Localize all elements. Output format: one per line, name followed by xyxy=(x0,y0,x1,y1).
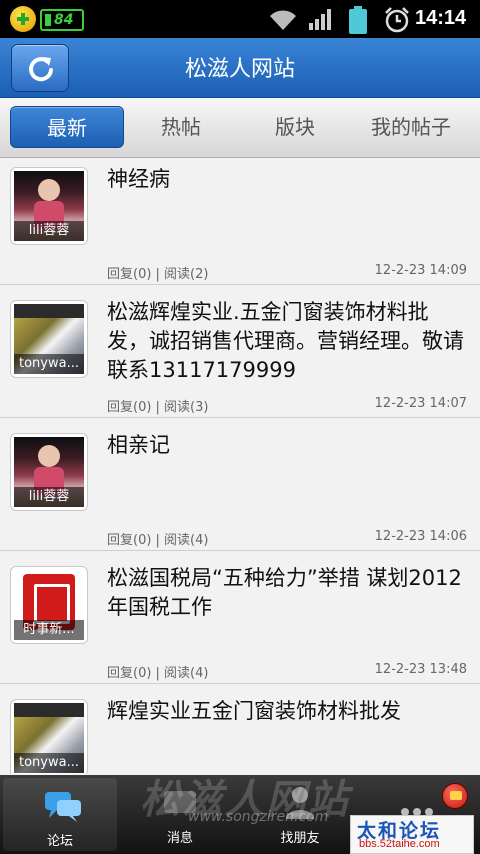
post-title: 神经病 xyxy=(107,167,170,191)
post-author: lili蓉蓉 xyxy=(14,487,84,507)
post-title: 相亲记 xyxy=(107,433,170,457)
post-time: 12-2-23 13:48 xyxy=(374,662,467,677)
post-author: tonywa... xyxy=(14,753,84,773)
clock: 14:14 xyxy=(415,7,467,29)
tab-bar: 最新 热帖 版块 我的帖子 xyxy=(0,98,480,158)
list-item[interactable]: 时事新... 松滋国税局“五种给力”举措 谋划2012年国税工作 回复(0) |… xyxy=(0,558,480,684)
post-time: 12-2-23 14:06 xyxy=(374,529,467,544)
list-item[interactable]: tonywa... 辉煌实业五金门窗装饰材料批发 xyxy=(0,691,480,774)
post-time: 12-2-23 14:07 xyxy=(374,396,467,411)
avatar[interactable]: 时事新... xyxy=(10,566,88,644)
post-author: lili蓉蓉 xyxy=(14,221,84,241)
nav-messages[interactable]: 消息 xyxy=(120,775,240,854)
battery-saver-icon: 84 xyxy=(40,9,84,31)
more-menu-icon[interactable] xyxy=(401,801,441,816)
avatar[interactable]: tonywa... xyxy=(10,699,88,774)
tab-my-posts[interactable]: 我的帖子 xyxy=(352,106,470,148)
tab-hot[interactable]: 热帖 xyxy=(124,106,238,148)
nav-find-friends[interactable]: 找朋友 xyxy=(240,775,360,854)
post-title: 松滋辉煌实业.五金门窗装饰材料批发，诚招销售代理商。营销经理。敬请联系13117… xyxy=(107,300,464,382)
bottom-nav: 松滋人网站 www.songziren.com 论坛 消息 找朋友 太和论坛 b… xyxy=(0,775,480,854)
status-bar: 84 14:14 xyxy=(0,0,480,38)
post-time: 12-2-23 14:09 xyxy=(374,263,467,278)
wifi-icon xyxy=(270,10,296,30)
post-stats: 回复(0) | 阅读(4) xyxy=(107,666,209,681)
app-plus-icon xyxy=(10,6,36,32)
nav-forum[interactable]: 论坛 xyxy=(3,778,117,851)
post-stats: 回复(0) | 阅读(3) xyxy=(107,400,209,415)
find-friends-icon xyxy=(286,787,314,819)
nav-forum-label: 论坛 xyxy=(46,834,73,849)
post-stats: 回复(0) | 阅读(2) xyxy=(107,267,209,282)
avatar[interactable]: lili蓉蓉 xyxy=(10,167,88,245)
notification-icon[interactable] xyxy=(442,783,468,809)
site-logo-url: bbs.52taihe.com xyxy=(359,838,440,850)
post-author: tonywa... xyxy=(14,354,84,374)
alarm-icon xyxy=(385,7,409,33)
message-icon xyxy=(164,791,196,813)
post-list[interactable]: lili蓉蓉 神经病 回复(0) | 阅读(2) 12-2-23 14:09 t… xyxy=(0,159,480,774)
site-logo: 太和论坛 bbs.52taihe.com xyxy=(350,815,474,854)
nav-find-friends-label: 找朋友 xyxy=(280,831,320,846)
avatar[interactable]: lili蓉蓉 xyxy=(10,433,88,511)
app-header: 松滋人网站 xyxy=(0,38,480,98)
avatar[interactable]: tonywa... xyxy=(10,300,88,378)
page-title: 松滋人网站 xyxy=(184,57,295,82)
forum-chat-icon xyxy=(45,792,81,822)
battery-badge-value: 84 xyxy=(54,12,74,28)
list-item[interactable]: lili蓉蓉 神经病 回复(0) | 阅读(2) 12-2-23 14:09 xyxy=(0,159,480,285)
nav-messages-label: 消息 xyxy=(166,831,193,846)
signal-icon xyxy=(309,9,331,30)
list-item[interactable]: lili蓉蓉 相亲记 回复(0) | 阅读(4) 12-2-23 14:06 xyxy=(0,425,480,551)
post-author: 时事新... xyxy=(14,620,84,640)
post-title: 辉煌实业五金门窗装饰材料批发 xyxy=(107,699,401,723)
tab-latest[interactable]: 最新 xyxy=(10,106,124,148)
tab-boards[interactable]: 版块 xyxy=(238,106,352,148)
list-item[interactable]: tonywa... 松滋辉煌实业.五金门窗装饰材料批发，诚招销售代理商。营销经理… xyxy=(0,292,480,418)
post-stats: 回复(0) | 阅读(4) xyxy=(107,533,209,548)
post-title: 松滋国税局“五种给力”举措 谋划2012年国税工作 xyxy=(107,566,462,619)
battery-icon xyxy=(349,6,367,34)
